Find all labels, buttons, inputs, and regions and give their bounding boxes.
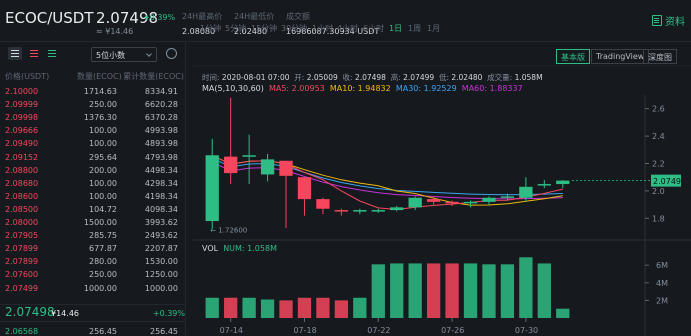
volume-bar <box>260 299 275 318</box>
candle-body <box>242 155 256 157</box>
volume-bar <box>353 297 367 318</box>
low-price-marker: ← 1.72600 <box>210 226 247 234</box>
candle-body <box>316 199 330 209</box>
volume-bar <box>537 263 551 318</box>
volume-tick-label: 6M <box>656 261 668 270</box>
candle-body <box>519 186 533 198</box>
candle-body <box>279 160 293 176</box>
volume-bar <box>482 264 496 318</box>
date-tick-label: 07-26 <box>441 326 464 335</box>
volume-bar <box>242 297 256 318</box>
date-tick-label: 07-18 <box>293 326 316 335</box>
volume-bar <box>334 300 349 318</box>
candle-body <box>353 210 367 212</box>
candle-body <box>224 156 238 174</box>
volume-bar <box>224 297 238 318</box>
volume-bar <box>279 300 293 318</box>
price-tick-label: 2.0 <box>652 187 665 196</box>
candle-body <box>390 207 404 211</box>
candle-body <box>426 199 441 202</box>
date-tick-label: 07-30 <box>515 326 538 335</box>
volume-bar <box>316 297 330 318</box>
price-tick-label: 2.6 <box>652 105 665 114</box>
volume-bar <box>519 257 533 318</box>
volume-bar <box>297 297 312 318</box>
candle-body <box>482 197 496 202</box>
volume-bar <box>408 263 422 318</box>
volume-bar <box>445 263 459 318</box>
candle-body <box>205 155 219 222</box>
candle-body <box>537 184 551 186</box>
candle-body <box>334 210 349 212</box>
last-price-tag-label: 2.0749 <box>653 177 681 186</box>
volume-bar <box>426 263 441 318</box>
volume-bar <box>500 264 515 318</box>
candle-body <box>445 201 459 204</box>
candle-body <box>463 201 478 204</box>
candle-body <box>408 197 422 208</box>
candle-body <box>371 210 385 212</box>
volume-tick-label: 2M <box>656 296 668 305</box>
volume-bar <box>371 264 385 318</box>
candle-body <box>500 196 515 198</box>
volume-bar <box>556 308 570 318</box>
kline-chart[interactable]: 2.6 2.4 2.2 2.0 1.8 6M 4M 2M 07-14 07-18 07-22 07-2… <box>0 0 691 336</box>
price-tick-label: 2.4 <box>652 132 665 141</box>
volume-bar <box>463 263 478 318</box>
price-tick-label: 2.2 <box>652 160 665 169</box>
volume-bar <box>205 297 219 318</box>
candle-body <box>556 180 570 185</box>
volume-bar <box>390 263 404 318</box>
volume-tick-label: 4M <box>656 279 668 288</box>
date-tick-label: 07-14 <box>220 326 243 335</box>
candle-body <box>297 177 312 200</box>
date-tick-label: 07-22 <box>367 326 390 335</box>
candle-body <box>260 159 275 175</box>
price-tick-label: 1.8 <box>652 214 665 223</box>
